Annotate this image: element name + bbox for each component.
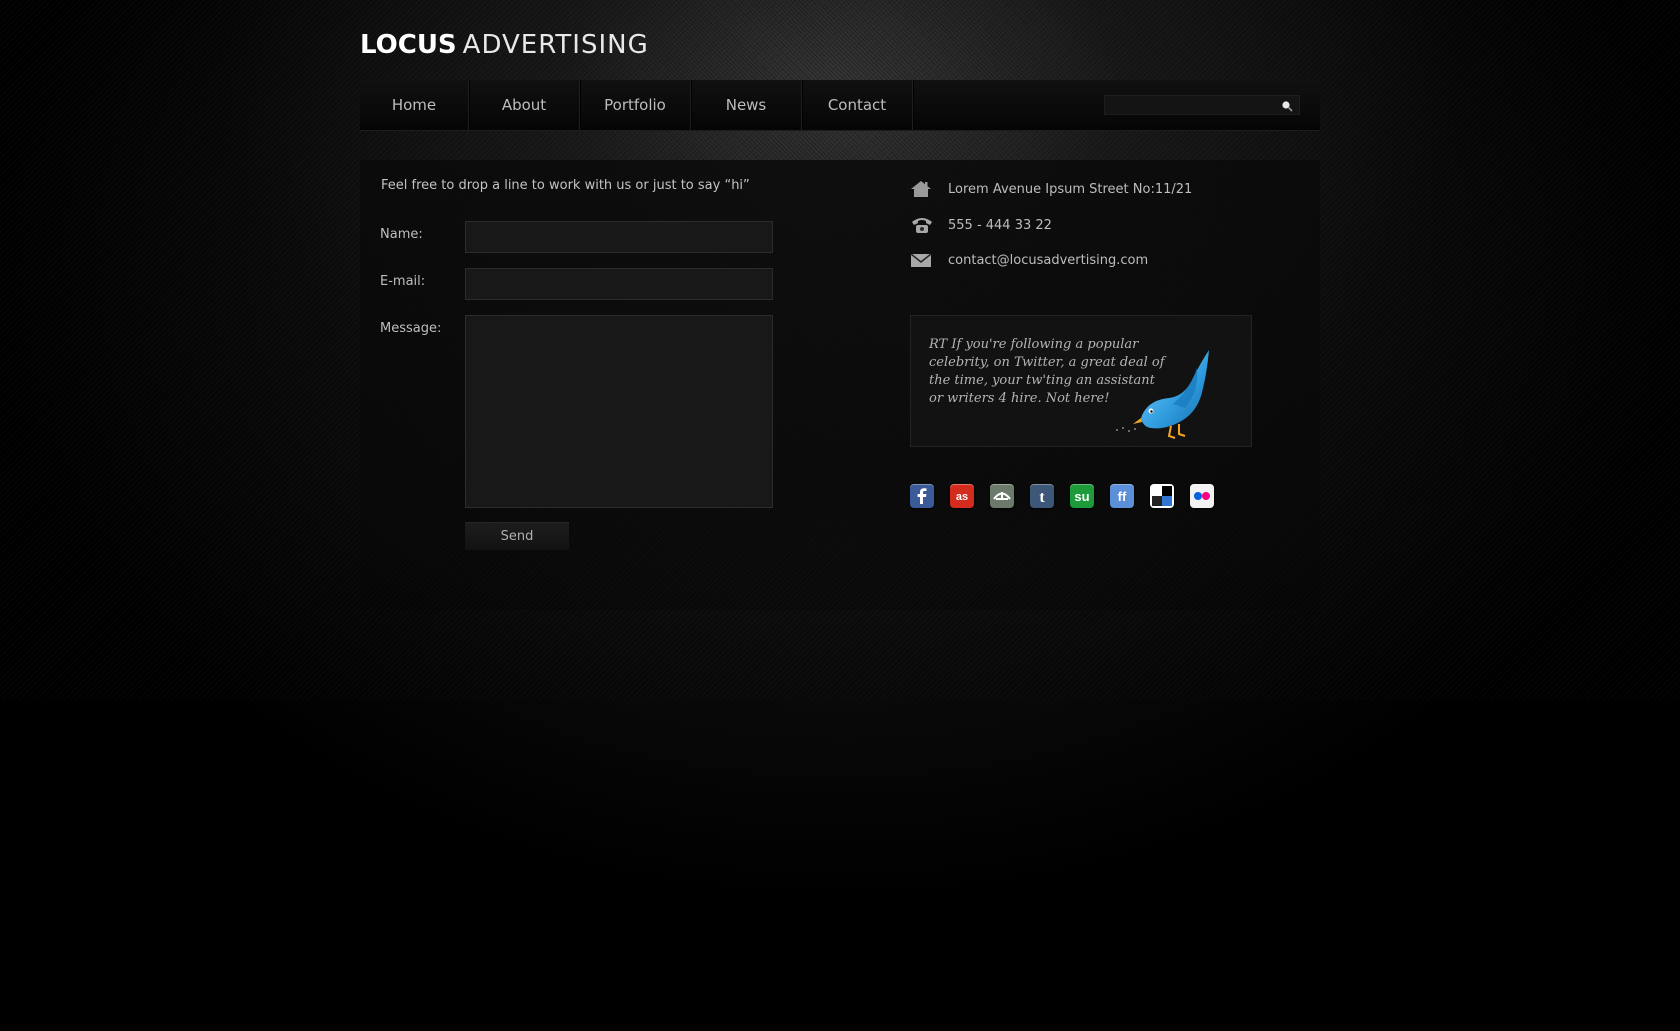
name-field[interactable]	[465, 221, 773, 253]
facebook-icon[interactable]	[910, 484, 934, 508]
contact-panel: Feel free to drop a line to work with us…	[360, 160, 1320, 610]
svg-text:as: as	[956, 491, 968, 503]
twitter-bird-icon[interactable]	[1111, 348, 1221, 440]
nav-item-about[interactable]: About	[469, 80, 580, 130]
home-icon	[910, 178, 934, 200]
nav-item-home[interactable]: Home	[360, 80, 469, 130]
search-icon[interactable]	[1281, 100, 1293, 112]
search-box	[1104, 95, 1300, 115]
lastfm-icon[interactable]: as	[950, 484, 974, 508]
nav-item-portfolio[interactable]: Portfolio	[580, 80, 691, 130]
delicious-icon[interactable]	[1150, 484, 1174, 508]
message-label: Message:	[380, 321, 442, 336]
phone-text: 555 - 444 33 22	[948, 217, 1052, 233]
site-logo[interactable]: LOCUS ADVERTISING	[360, 30, 649, 60]
email-label: E-mail:	[380, 274, 426, 289]
phone-icon	[910, 214, 934, 236]
svg-text:ff: ff	[1118, 489, 1127, 504]
email-link[interactable]: contact@locusadvertising.com	[948, 253, 1148, 268]
name-label: Name:	[380, 227, 423, 242]
address-row: Lorem Avenue Ipsum Street No:11/21	[910, 178, 1192, 200]
tweet-box: RT If you're following a popular celebri…	[910, 315, 1252, 447]
email-row: contact@locusadvertising.com	[910, 249, 1148, 271]
friendfeed-icon[interactable]: ff	[1110, 484, 1134, 508]
logo-bold-text: LOCUS	[360, 30, 457, 60]
mail-icon	[910, 249, 934, 271]
social-icons: as t su ff	[910, 484, 1230, 508]
svg-text:t: t	[1039, 489, 1045, 506]
main-navigation: Home About Portfolio News Contact	[360, 80, 1320, 131]
svg-text:su: su	[1074, 489, 1089, 504]
send-button[interactable]: Send	[465, 522, 569, 550]
search-input[interactable]	[1105, 96, 1275, 114]
tumblr-icon[interactable]: t	[1030, 484, 1054, 508]
logo-light-text: ADVERTISING	[462, 30, 649, 60]
stumbleupon-icon[interactable]: su	[1070, 484, 1094, 508]
contact-intro-text: Feel free to drop a line to work with us…	[381, 178, 750, 193]
nav-item-news[interactable]: News	[691, 80, 802, 130]
address-text: Lorem Avenue Ipsum Street No:11/21	[948, 181, 1193, 197]
flickr-icon[interactable]	[1190, 484, 1214, 508]
digg-icon[interactable]	[990, 484, 1014, 508]
nav-item-contact[interactable]: Contact	[802, 80, 913, 130]
email-field[interactable]	[465, 268, 773, 300]
message-textarea[interactable]	[465, 315, 773, 508]
phone-row: 555 - 444 33 22	[910, 214, 1052, 236]
